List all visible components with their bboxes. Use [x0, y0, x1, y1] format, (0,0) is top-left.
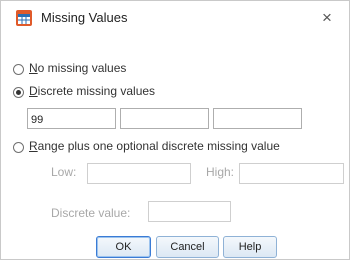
- cancel-button[interactable]: Cancel: [156, 236, 219, 258]
- high-label: High:: [206, 165, 235, 179]
- range-plus-discrete-label[interactable]: Range plus one optional discrete missing…: [29, 139, 280, 153]
- close-button[interactable]: ×: [313, 5, 341, 31]
- no-missing-values-radio[interactable]: [13, 64, 24, 75]
- help-button[interactable]: Help: [223, 236, 277, 258]
- range-plus-discrete-radio[interactable]: [13, 142, 24, 153]
- no-missing-values-label[interactable]: No missing values: [29, 61, 126, 75]
- close-icon: ×: [322, 8, 332, 27]
- missing-values-dialog: Missing Values × No missing values Discr…: [0, 0, 350, 260]
- title-bar[interactable]: Missing Values ×: [1, 1, 349, 37]
- discrete-value-2-input[interactable]: [120, 108, 209, 129]
- discrete-missing-values-radio[interactable]: [13, 87, 24, 98]
- low-label: Low:: [51, 165, 77, 179]
- ok-button[interactable]: OK: [96, 236, 151, 258]
- dialog-title: Missing Values: [41, 10, 128, 25]
- discrete-missing-values-label[interactable]: Discrete missing values: [29, 84, 155, 98]
- range-discrete-value-input[interactable]: [148, 201, 231, 222]
- spss-table-icon: [16, 10, 32, 26]
- discrete-value-label: Discrete value:: [51, 206, 131, 220]
- high-input[interactable]: [239, 163, 344, 184]
- discrete-value-1-input[interactable]: [27, 108, 116, 129]
- discrete-value-3-input[interactable]: [213, 108, 302, 129]
- low-input[interactable]: [87, 163, 191, 184]
